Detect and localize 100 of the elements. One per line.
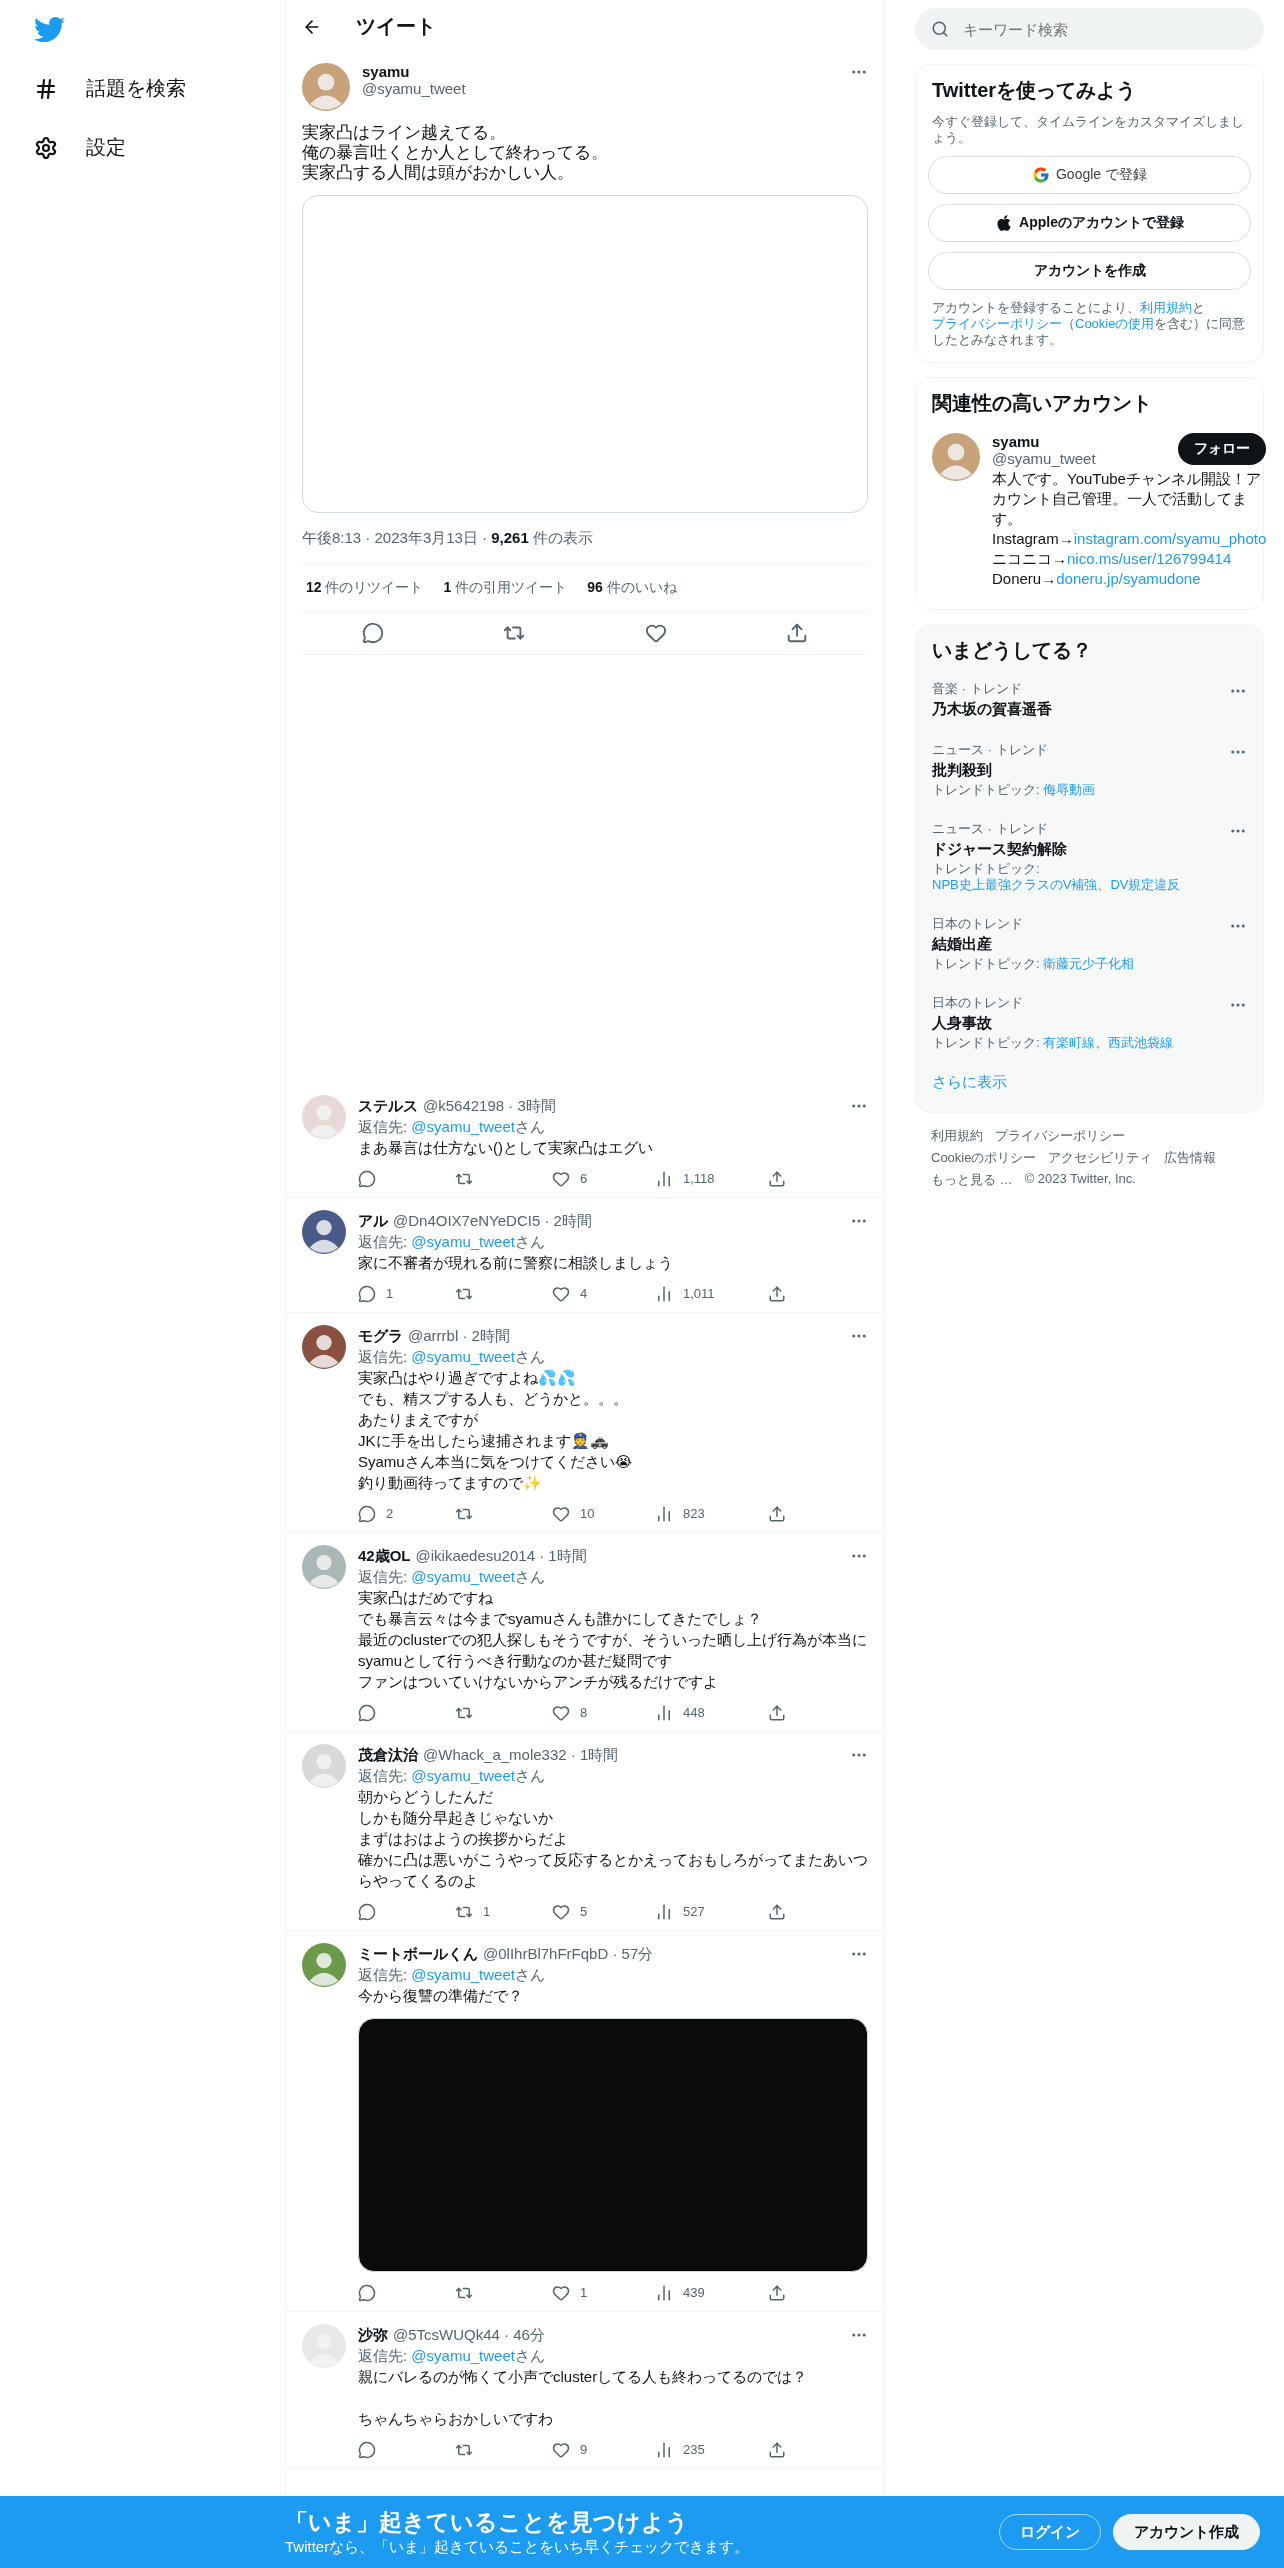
like-count: 9 (580, 2441, 588, 2459)
like-count: 5 (580, 1903, 588, 1921)
share-icon[interactable] (786, 622, 809, 644)
trend-topics: トレンドトピック: NPB史上最強クラスのV補強、DV規定違反 (932, 861, 1182, 893)
search-icon (931, 20, 949, 38)
reply-text: あたりまえですが (358, 1410, 478, 1430)
trend-title[interactable]: 乃木坂の賀喜遥香 (932, 700, 1052, 719)
footer-link[interactable]: アクセシビリティ (1048, 1149, 1153, 1167)
reply-text: 確かに凸は悪いがこうやって反応するとかえっておもしろがってまたあいつらやってくるのよ (358, 1850, 868, 1891)
views-icon[interactable] (655, 1169, 673, 1188)
views-icon[interactable] (655, 2283, 673, 2302)
search-bar[interactable]: キーワード検索 (915, 8, 1264, 50)
avatar[interactable] (302, 1325, 346, 1369)
reply-context: 返信先: @syamu_tweetさん (358, 1965, 546, 1985)
stat-link[interactable]: 12 件のリツイート (306, 579, 424, 597)
like-icon[interactable] (552, 1284, 570, 1303)
reply-text: でも暴言云々は今までsyamuさんも誰かにしてきたでしょ？ (358, 1609, 763, 1629)
share-icon[interactable] (768, 2283, 786, 2302)
like-icon[interactable] (552, 1902, 570, 1921)
trend-context: ニュース · トレンド (932, 820, 1048, 838)
views-icon[interactable] (655, 1703, 673, 1722)
reply-icon[interactable] (358, 1169, 376, 1188)
reply-text: 家に不審者が現れる前に警察に相談しましょう (358, 1253, 673, 1273)
nav-item[interactable]: 設定 (34, 122, 285, 173)
like-count: 10 (580, 1505, 595, 1523)
trend-title[interactable]: 人身事故 (932, 1014, 992, 1033)
share-icon[interactable] (768, 1703, 786, 1722)
reply-icon[interactable] (358, 1703, 376, 1722)
card-subtitle: 今すぐ登録して、タイムラインをカスタマイズしましょう。 (932, 114, 1245, 146)
legal-notice: アカウントを登録することにより、利用規約 と プライバシーポリシー（Cookieの使用を含む）に同意したとみなされます。 (932, 300, 1247, 348)
footer-link[interactable]: Cookieのポリシー (931, 1149, 1037, 1167)
trend-topics: トレンドトピック: 衛藤元少子化相 (932, 956, 1135, 972)
signup-button[interactable]: Google で登録 (928, 156, 1251, 194)
reply-text: ちゃんちゃらおかしいですわ (358, 2409, 553, 2429)
trend-context: 日本のトレンド (932, 994, 1023, 1012)
reply-text: しかも随分早起きじゃないか (358, 1808, 553, 1828)
reply-icon[interactable] (358, 2440, 376, 2459)
reply-icon[interactable] (358, 2283, 376, 2302)
trend-context: ニュース · トレンド (932, 741, 1048, 759)
stat-link[interactable]: 1 件の引用ツイート (443, 579, 568, 597)
card-title: Twitterを使ってみよう (932, 78, 1138, 103)
share-icon[interactable] (768, 2440, 786, 2459)
handle-time: @Dn4OIX7eNYeDCI5 · 2時間 (393, 1211, 592, 1231)
nav-item[interactable]: 話題を検索 (34, 63, 285, 114)
trend-title[interactable]: 結婚出産 (932, 935, 992, 954)
signup-button[interactable]: アカウントを作成 (928, 252, 1251, 290)
reply-icon[interactable] (361, 622, 384, 644)
footer-link[interactable]: 利用規約 (931, 1127, 983, 1145)
footer-link[interactable]: プライバシーポリシー (995, 1127, 1125, 1145)
view-count: 823 (683, 1505, 705, 1523)
footer-link[interactable]: 広告情報 (1164, 1149, 1217, 1167)
reply-icon[interactable] (358, 1504, 376, 1523)
hashtag-icon (34, 76, 58, 101)
twitter-bird-logo[interactable] (34, 14, 65, 45)
reply-icon[interactable] (358, 1902, 376, 1921)
retweet-count: 1 (483, 1903, 491, 1921)
share-icon[interactable] (768, 1284, 786, 1303)
like-icon[interactable] (552, 2440, 570, 2459)
views-icon[interactable] (655, 1504, 673, 1523)
views-icon[interactable] (655, 2440, 673, 2459)
like-count: 4 (580, 1285, 588, 1303)
views-icon[interactable] (655, 1902, 673, 1921)
reply-icon[interactable] (358, 1284, 376, 1303)
like-icon[interactable] (552, 1703, 570, 1722)
signup-button[interactable]: アカウント作成 (1113, 2514, 1260, 2550)
page-title: ツイート (356, 14, 436, 39)
user-name: ステルス (358, 1096, 418, 1116)
card-title: 関連性の高いアカウント (932, 391, 1153, 416)
reply-context: 返信先: @syamu_tweetさん (358, 1567, 546, 1587)
views-icon[interactable] (655, 1284, 673, 1303)
view-count: 527 (683, 1903, 705, 1921)
handle-time: @5TcsWUQk44 · 46分 (393, 2325, 545, 2345)
reply-text: まあ暴言は仕方ない()として実家凸はエグい (358, 1138, 653, 1158)
handle-time: @k5642198 · 3時間 (423, 1096, 556, 1116)
like-icon[interactable] (552, 1169, 570, 1188)
tweet-text: 実家凸する人間は頭がおかしい人。 (302, 163, 574, 183)
signup-button[interactable]: Appleのアカウントで登録 (928, 204, 1251, 242)
search-field[interactable]: キーワード検索 (961, 19, 1248, 39)
trend-topics: トレンドトピック: 侮辱動画 (932, 782, 1096, 798)
like-icon[interactable] (644, 622, 667, 644)
trend-topics: トレンドトピック: 有楽町線、西武池袋線 (932, 1035, 1174, 1051)
trend-title[interactable]: 批判殺到 (932, 761, 992, 780)
stat-link[interactable]: 96 件のいいね (587, 579, 677, 597)
like-icon[interactable] (552, 2283, 570, 2302)
like-icon[interactable] (552, 1504, 570, 1523)
share-icon[interactable] (768, 1169, 786, 1188)
share-icon[interactable] (768, 1902, 786, 1921)
user-name: ミートボールくん (358, 1944, 478, 1964)
user-name: モグラ (358, 1326, 403, 1346)
avatar[interactable] (302, 1943, 346, 1987)
reply-text: 今から復讐の準備だで？ (358, 1986, 523, 2006)
tweet-meta: 午後8:13 · 2023年3月13日 · 9,261 件の表示 (302, 513, 868, 565)
account-bio: 本人です。YouTubeチャンネル開設！アカウント自己管理。一人で活動してます。 Instagram→instagram.com/syamu_photo ニコニコ→nico.ms/user/126799414 Doneru→doneru.jp/syamudone (992, 469, 1267, 589)
trend-title[interactable]: ドジャース契約解除 (932, 840, 1067, 859)
user-name: 沙弥 (358, 2325, 388, 2345)
follow-button[interactable]: フォロー (1178, 433, 1267, 465)
share-icon[interactable] (768, 1504, 786, 1523)
footer-link[interactable]: もっと見る … (931, 1171, 1013, 1189)
user-name: アル (358, 1211, 388, 1231)
avatar[interactable] (302, 1210, 346, 1254)
